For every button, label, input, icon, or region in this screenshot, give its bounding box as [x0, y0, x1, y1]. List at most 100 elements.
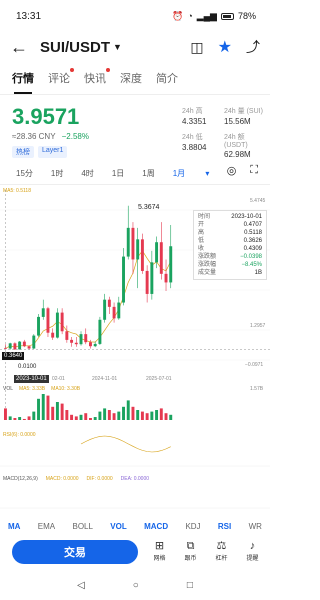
candle[interactable]: [126, 205, 130, 260]
trade-button[interactable]: 交易: [12, 540, 138, 564]
system-nav-bar: ◁ ○ □: [0, 570, 270, 600]
bell-icon: ♪: [249, 540, 256, 552]
tab-intro[interactable]: 简介: [156, 70, 178, 94]
candle-body: [89, 342, 92, 347]
candle-body: [117, 302, 121, 319]
caret-down-icon[interactable]: ▼: [113, 42, 122, 52]
candle[interactable]: [79, 331, 83, 346]
candle[interactable]: [60, 308, 64, 335]
indicator-rsi[interactable]: RSI: [218, 522, 231, 536]
tab-depth[interactable]: 深度: [120, 70, 142, 94]
tab-comments[interactable]: 评论: [48, 68, 74, 94]
candle[interactable]: [169, 224, 173, 289]
candle[interactable]: [131, 222, 135, 274]
candle[interactable]: [27, 345, 31, 350]
candle-body: [112, 306, 116, 319]
volume-bar: [65, 410, 69, 420]
candle[interactable]: [70, 337, 74, 347]
volume-bar: [140, 411, 144, 420]
candle-body: [60, 312, 64, 332]
back-arrow-icon[interactable]: ←: [10, 37, 32, 58]
indicator-vol[interactable]: VOL: [110, 522, 126, 536]
candle-body: [126, 227, 130, 257]
interval-1d[interactable]: 1日: [112, 168, 124, 179]
interval-4h[interactable]: 4时: [81, 168, 93, 179]
interval-15m[interactable]: 15分: [16, 168, 33, 179]
tag-hot[interactable]: 热榜: [12, 146, 34, 158]
fullscreen-icon[interactable]: ⛶: [250, 164, 258, 177]
candle[interactable]: [32, 334, 36, 350]
indicator-boll[interactable]: BOLL: [72, 522, 92, 536]
pair-title[interactable]: SUI/USDT: [40, 39, 110, 56]
nav-recents-icon[interactable]: □: [187, 580, 193, 591]
candle[interactable]: [164, 259, 168, 292]
candle[interactable]: [93, 341, 97, 348]
candle[interactable]: [136, 227, 140, 289]
candle[interactable]: [117, 296, 121, 320]
y-axis-top: 5.4745: [250, 198, 266, 204]
candle[interactable]: [37, 314, 40, 338]
candle[interactable]: [46, 306, 50, 338]
interval-1h[interactable]: 1时: [51, 168, 63, 179]
wifi-icon: ◔: [187, 11, 193, 21]
candle[interactable]: [41, 299, 45, 320]
candle[interactable]: [122, 247, 125, 306]
rsi-line: [80, 435, 171, 453]
candle[interactable]: [145, 265, 149, 303]
x-axis-1: 02-01: [52, 376, 65, 382]
candle[interactable]: [84, 328, 88, 345]
stat-low: 3.8804: [182, 143, 207, 152]
candle[interactable]: [22, 339, 26, 348]
candle[interactable]: [65, 325, 69, 343]
tooltip-key: 时间: [198, 214, 211, 220]
candle[interactable]: [89, 339, 92, 349]
tooltip-value: 0.4309: [243, 246, 262, 252]
candle[interactable]: [107, 296, 111, 315]
price-sub: ≈28.36 CNY −2.58%: [12, 132, 89, 141]
indicator-kdj[interactable]: KDJ: [185, 522, 200, 536]
tag-layer1[interactable]: Layer1: [38, 146, 68, 158]
tab-news[interactable]: 快讯: [84, 68, 110, 94]
indicator-wr[interactable]: WR: [249, 522, 262, 536]
tooltip-row: 时间 2023-10-01: [198, 213, 262, 221]
candle-body: [169, 246, 173, 283]
action-label: 杠杆: [215, 556, 228, 562]
volume-bar: [55, 402, 59, 420]
chart-settings-icon[interactable]: ◎: [227, 164, 237, 177]
candle[interactable]: [112, 302, 116, 323]
volume-bar: [27, 416, 31, 420]
action-copy[interactable]: ⧉ 跟币: [184, 540, 196, 562]
candle[interactable]: [150, 250, 154, 300]
candle[interactable]: [13, 342, 17, 350]
nav-back-icon[interactable]: ◁: [77, 580, 85, 591]
tooltip-row: 低 0.3626: [198, 237, 262, 245]
candle[interactable]: [74, 337, 78, 347]
share-icon[interactable]: ⤴: [246, 37, 260, 57]
nav-home-icon[interactable]: ○: [133, 580, 139, 591]
candle[interactable]: [103, 293, 107, 323]
volume-bar: [164, 413, 168, 420]
indicator-ema[interactable]: EMA: [38, 522, 55, 536]
tooltip-value: −0.0398: [240, 254, 262, 260]
y-axis-neg: −0.0971: [245, 362, 264, 368]
action-leverage[interactable]: ⚖ 杠杆: [215, 540, 227, 562]
interval-1w[interactable]: 1周: [142, 168, 154, 179]
interval-1mo[interactable]: 1月 ▾: [173, 168, 210, 179]
candle[interactable]: [159, 222, 163, 280]
tab-comments-label: 评论: [48, 73, 70, 85]
tag-list: 热榜 Layer1: [12, 146, 68, 158]
candle[interactable]: [18, 341, 22, 350]
candle[interactable]: [140, 233, 144, 274]
compare-icon[interactable]: ◫: [190, 39, 203, 56]
candle[interactable]: [55, 308, 59, 339]
favorite-star-icon[interactable]: ★: [218, 37, 232, 57]
candle-body: [140, 239, 144, 271]
tab-market[interactable]: 行情: [12, 70, 34, 94]
action-bell[interactable]: ♪ 提醒: [246, 540, 258, 562]
indicator-ma[interactable]: MA: [8, 522, 20, 536]
candle[interactable]: [98, 316, 102, 346]
candle[interactable]: [8, 342, 12, 350]
action-grid-bot[interactable]: ⊞ 网格: [153, 540, 165, 562]
indicator-macd[interactable]: MACD: [144, 522, 168, 536]
candle-body: [98, 319, 102, 344]
